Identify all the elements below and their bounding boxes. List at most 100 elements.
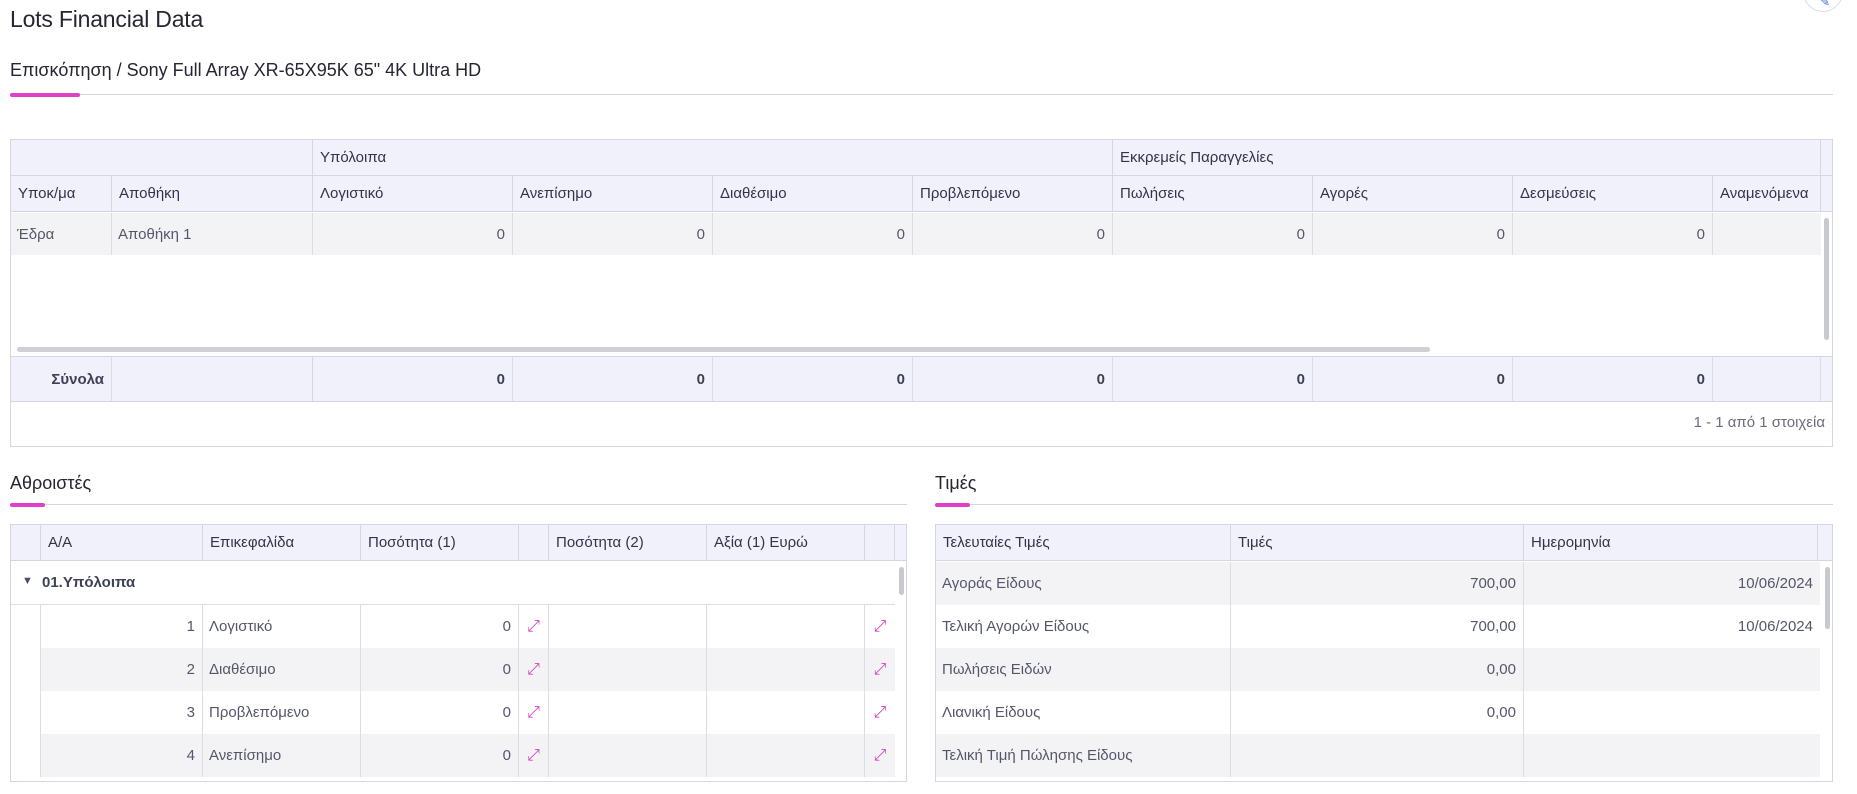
cell-price xyxy=(1231,734,1524,777)
table-row[interactable]: Αγοράς Είδους 700,00 10/06/2024 xyxy=(936,562,1820,605)
col-branch[interactable]: Υποκ/μα xyxy=(11,176,112,211)
col-reservations[interactable]: Δεσμεύσεις xyxy=(1513,176,1713,211)
col-warehouse[interactable]: Αποθήκη xyxy=(112,176,313,211)
cell-label: Αγοράς Είδους xyxy=(936,562,1231,605)
cell-qty1: 0 xyxy=(361,648,519,691)
cell-price: 700,00 xyxy=(1231,562,1524,605)
table-row[interactable]: 4 Ανεπίσημο 0 ⤢ ⤢ xyxy=(11,734,895,777)
cell-heading: Διαθέσιμο xyxy=(203,648,361,691)
col-no[interactable]: Α/Α xyxy=(41,525,203,560)
cell-warehouse: Αποθήκη 1 xyxy=(112,213,313,255)
total-value: 0 xyxy=(1113,357,1313,401)
vertical-scrollbar[interactable] xyxy=(1824,218,1829,340)
breadcrumb: Επισκόπηση / Sony Full Array XR-65X95K 6… xyxy=(10,60,482,80)
expand-icon[interactable]: ⤢ xyxy=(865,734,895,777)
cell-price: 0,00 xyxy=(1231,648,1524,691)
cell-value: 0 xyxy=(913,213,1113,255)
cell-label: Τελική Τιμή Πώλησης Είδους xyxy=(936,734,1231,777)
expand-icon[interactable]: ⤢ xyxy=(865,648,895,691)
cell-label: Τελική Αγορών Είδους xyxy=(936,605,1231,648)
cell-value: 0 xyxy=(1513,213,1713,255)
edit-icon: ✎ xyxy=(1819,0,1830,9)
total-value: 0 xyxy=(713,357,913,401)
cell-date xyxy=(1524,691,1820,734)
section-title: Τιμές xyxy=(935,473,977,493)
col-value1[interactable]: Αξία (1) Ευρώ xyxy=(707,525,865,560)
group-header-pending: Εκκρεμείς Παραγγελίες xyxy=(1113,140,1821,175)
col-sales[interactable]: Πωλήσεις xyxy=(1113,176,1313,211)
overview-header: Επισκόπηση / Sony Full Array XR-65X95K 6… xyxy=(10,60,1833,98)
cell-date xyxy=(1524,734,1820,777)
overview-grid: Υπόλοιπα Εκκρεμείς Παραγγελίες Υποκ/μα Α… xyxy=(10,139,1833,447)
expand-icon[interactable]: ⤢ xyxy=(519,605,549,648)
cell-value: 0 xyxy=(1113,213,1313,255)
horizontal-scrollbar[interactable] xyxy=(17,347,1430,352)
caret-down-icon[interactable]: ▼ xyxy=(22,575,33,587)
group-label: 01.Υπόλοιπα xyxy=(42,574,136,591)
table-row[interactable]: Έδρα Αποθήκη 1 0 0 0 0 0 0 0 xyxy=(11,213,1821,255)
cell-branch: Έδρα xyxy=(11,213,112,255)
cell-value: 0 xyxy=(1313,213,1513,255)
corner-edit-button[interactable]: ✎ xyxy=(1803,0,1843,12)
col-last-prices[interactable]: Τελευταίες Τιμές xyxy=(936,525,1231,560)
group-header-balances: Υπόλοιπα xyxy=(313,140,1113,175)
expand-icon[interactable]: ⤢ xyxy=(865,691,895,734)
col-accounting[interactable]: Λογιστικό xyxy=(313,176,513,211)
table-row[interactable]: Λιανική Είδους 0,00 xyxy=(936,691,1820,734)
table-row[interactable]: Τελική Αγορών Είδους 700,00 10/06/2024 xyxy=(936,605,1820,648)
totals-row: Σύνολα 0 0 0 0 0 0 0 xyxy=(11,356,1832,402)
col-unofficial[interactable]: Ανεπίσημο xyxy=(513,176,713,211)
col-prices[interactable]: Τιμές xyxy=(1231,525,1524,560)
vertical-scrollbar[interactable] xyxy=(899,567,904,595)
cell-no: 2 xyxy=(41,648,203,691)
cell-date xyxy=(1524,648,1820,691)
total-value: 0 xyxy=(1313,357,1513,401)
cell-label: Λιανική Είδους xyxy=(936,691,1231,734)
prices-header: Τιμές xyxy=(935,473,1833,507)
cell-price: 700,00 xyxy=(1231,605,1524,648)
cell-qty1: 0 xyxy=(361,605,519,648)
col-date[interactable]: Ημερομηνία xyxy=(1524,525,1818,560)
cell-no: 1 xyxy=(41,605,203,648)
accumulators-header: Αθροιστές xyxy=(10,473,907,507)
col-heading[interactable]: Επικεφαλίδα xyxy=(203,525,361,560)
table-row[interactable]: 2 Διαθέσιμο 0 ⤢ ⤢ xyxy=(11,648,895,691)
section-accent xyxy=(10,93,80,97)
expand-icon[interactable]: ⤢ xyxy=(519,648,549,691)
col-expected[interactable]: Αναμενόμενα xyxy=(1713,176,1821,211)
total-value: 0 xyxy=(1513,357,1713,401)
col-qty1[interactable]: Ποσότητα (1) xyxy=(361,525,519,560)
cell-heading: Προβλεπόμενο xyxy=(203,691,361,734)
page-title: Lots Financial Data xyxy=(10,6,204,32)
column-header-row: Υποκ/μα Αποθήκη Λογιστικό Ανεπίσημο Διαθ… xyxy=(11,176,1832,212)
table-row[interactable]: 3 Προβλεπόμενο 0 ⤢ ⤢ xyxy=(11,691,895,734)
cell-value: 0 xyxy=(313,213,513,255)
group-header-row: Υπόλοιπα Εκκρεμείς Παραγγελίες xyxy=(11,140,1832,176)
vertical-scrollbar[interactable] xyxy=(1825,567,1830,629)
cell-label: Πωλήσεις Ειδών xyxy=(936,648,1231,691)
cell-heading: Λογιστικό xyxy=(203,605,361,648)
group-row[interactable]: ▼ 01.Υπόλοιπα xyxy=(11,561,895,605)
total-value: 0 xyxy=(513,357,713,401)
col-forecast[interactable]: Προβλεπόμενο xyxy=(913,176,1113,211)
total-value: 0 xyxy=(313,357,513,401)
col-available[interactable]: Διαθέσιμο xyxy=(713,176,913,211)
cell-value: 0 xyxy=(513,213,713,255)
pager-info: 1 - 1 από 1 στοιχεία xyxy=(1693,414,1825,431)
table-row[interactable]: 1 Λογιστικό 0 ⤢ ⤢ xyxy=(11,605,895,648)
prices-grid: Τελευταίες Τιμές Τιμές Ημερομηνία Αγοράς… xyxy=(935,524,1833,782)
column-header-row: Τελευταίες Τιμές Τιμές Ημερομηνία xyxy=(936,525,1832,561)
cell-date: 10/06/2024 xyxy=(1737,575,1813,592)
expand-icon[interactable]: ⤢ xyxy=(865,605,895,648)
cell-date: 10/06/2024 xyxy=(1737,618,1813,635)
table-row[interactable]: Τελική Τιμή Πώλησης Είδους xyxy=(936,734,1820,777)
cell-qty1: 0 xyxy=(361,691,519,734)
expand-icon[interactable]: ⤢ xyxy=(519,691,549,734)
table-row[interactable]: Πωλήσεις Ειδών 0,00 xyxy=(936,648,1820,691)
cell-value: 0 xyxy=(713,213,913,255)
col-qty2[interactable]: Ποσότητα (2) xyxy=(549,525,707,560)
expand-icon[interactable]: ⤢ xyxy=(519,734,549,777)
cell-qty1: 0 xyxy=(361,734,519,777)
column-header-row: Α/Α Επικεφαλίδα Ποσότητα (1) Ποσότητα (2… xyxy=(11,525,906,561)
col-purchases[interactable]: Αγορές xyxy=(1313,176,1513,211)
